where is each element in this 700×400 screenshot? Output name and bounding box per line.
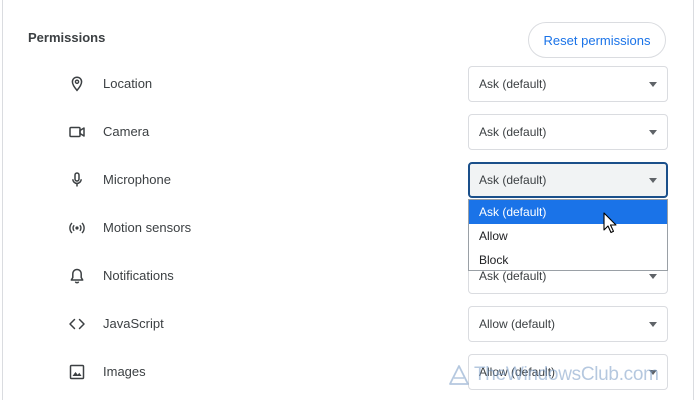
permission-row-location: Location Ask (default) bbox=[0, 60, 700, 108]
camera-icon bbox=[68, 123, 86, 141]
permissions-page: Permissions Reset permissions Location A… bbox=[0, 0, 700, 400]
permission-label: Location bbox=[103, 76, 153, 91]
location-select[interactable]: Ask (default) bbox=[468, 66, 668, 102]
watermark-logo-icon bbox=[449, 365, 469, 385]
permission-label: Motion sensors bbox=[103, 220, 192, 235]
dropdown-option-allow[interactable]: Allow bbox=[469, 224, 667, 248]
bell-icon bbox=[68, 267, 86, 285]
reset-permissions-button[interactable]: Reset permissions bbox=[528, 22, 666, 58]
watermark-text: TheWindowsClub.com bbox=[474, 364, 659, 385]
select-value: Ask (default) bbox=[479, 77, 547, 91]
select-value: Ask (default) bbox=[479, 125, 547, 139]
microphone-select[interactable]: Ask (default) bbox=[468, 162, 668, 198]
motion-sensors-icon bbox=[68, 219, 86, 237]
permission-row-microphone: Microphone Ask (default) bbox=[0, 156, 700, 204]
javascript-select[interactable]: Allow (default) bbox=[468, 306, 668, 342]
watermark: TheWindowsClub.com bbox=[448, 362, 659, 388]
chevron-down-icon bbox=[649, 178, 657, 183]
permission-label: JavaScript bbox=[103, 316, 164, 331]
chevron-down-icon bbox=[649, 82, 657, 87]
camera-select[interactable]: Ask (default) bbox=[468, 114, 668, 150]
chevron-down-icon bbox=[649, 322, 657, 327]
permission-row-camera: Camera Ask (default) bbox=[0, 108, 700, 156]
dropdown-option-block[interactable]: Block bbox=[469, 248, 667, 272]
permission-label: Notifications bbox=[103, 268, 174, 283]
dropdown-option-ask[interactable]: Ask (default) bbox=[469, 200, 667, 224]
section-title: Permissions bbox=[28, 30, 106, 45]
image-icon bbox=[68, 363, 86, 381]
permission-label: Microphone bbox=[103, 172, 171, 187]
mouse-cursor-icon bbox=[603, 212, 617, 234]
permission-row-javascript: JavaScript Allow (default) bbox=[0, 300, 700, 348]
select-value: Ask (default) bbox=[479, 173, 547, 187]
chevron-down-icon bbox=[649, 130, 657, 135]
chevron-down-icon bbox=[649, 274, 657, 279]
microphone-dropdown-list: Ask (default) Allow Block bbox=[468, 199, 668, 271]
permission-label: Camera bbox=[103, 124, 150, 139]
code-brackets-icon bbox=[68, 315, 86, 333]
microphone-icon bbox=[68, 171, 86, 189]
permission-label: Images bbox=[103, 364, 146, 379]
select-value: Allow (default) bbox=[479, 317, 556, 331]
location-pin-icon bbox=[68, 75, 86, 93]
